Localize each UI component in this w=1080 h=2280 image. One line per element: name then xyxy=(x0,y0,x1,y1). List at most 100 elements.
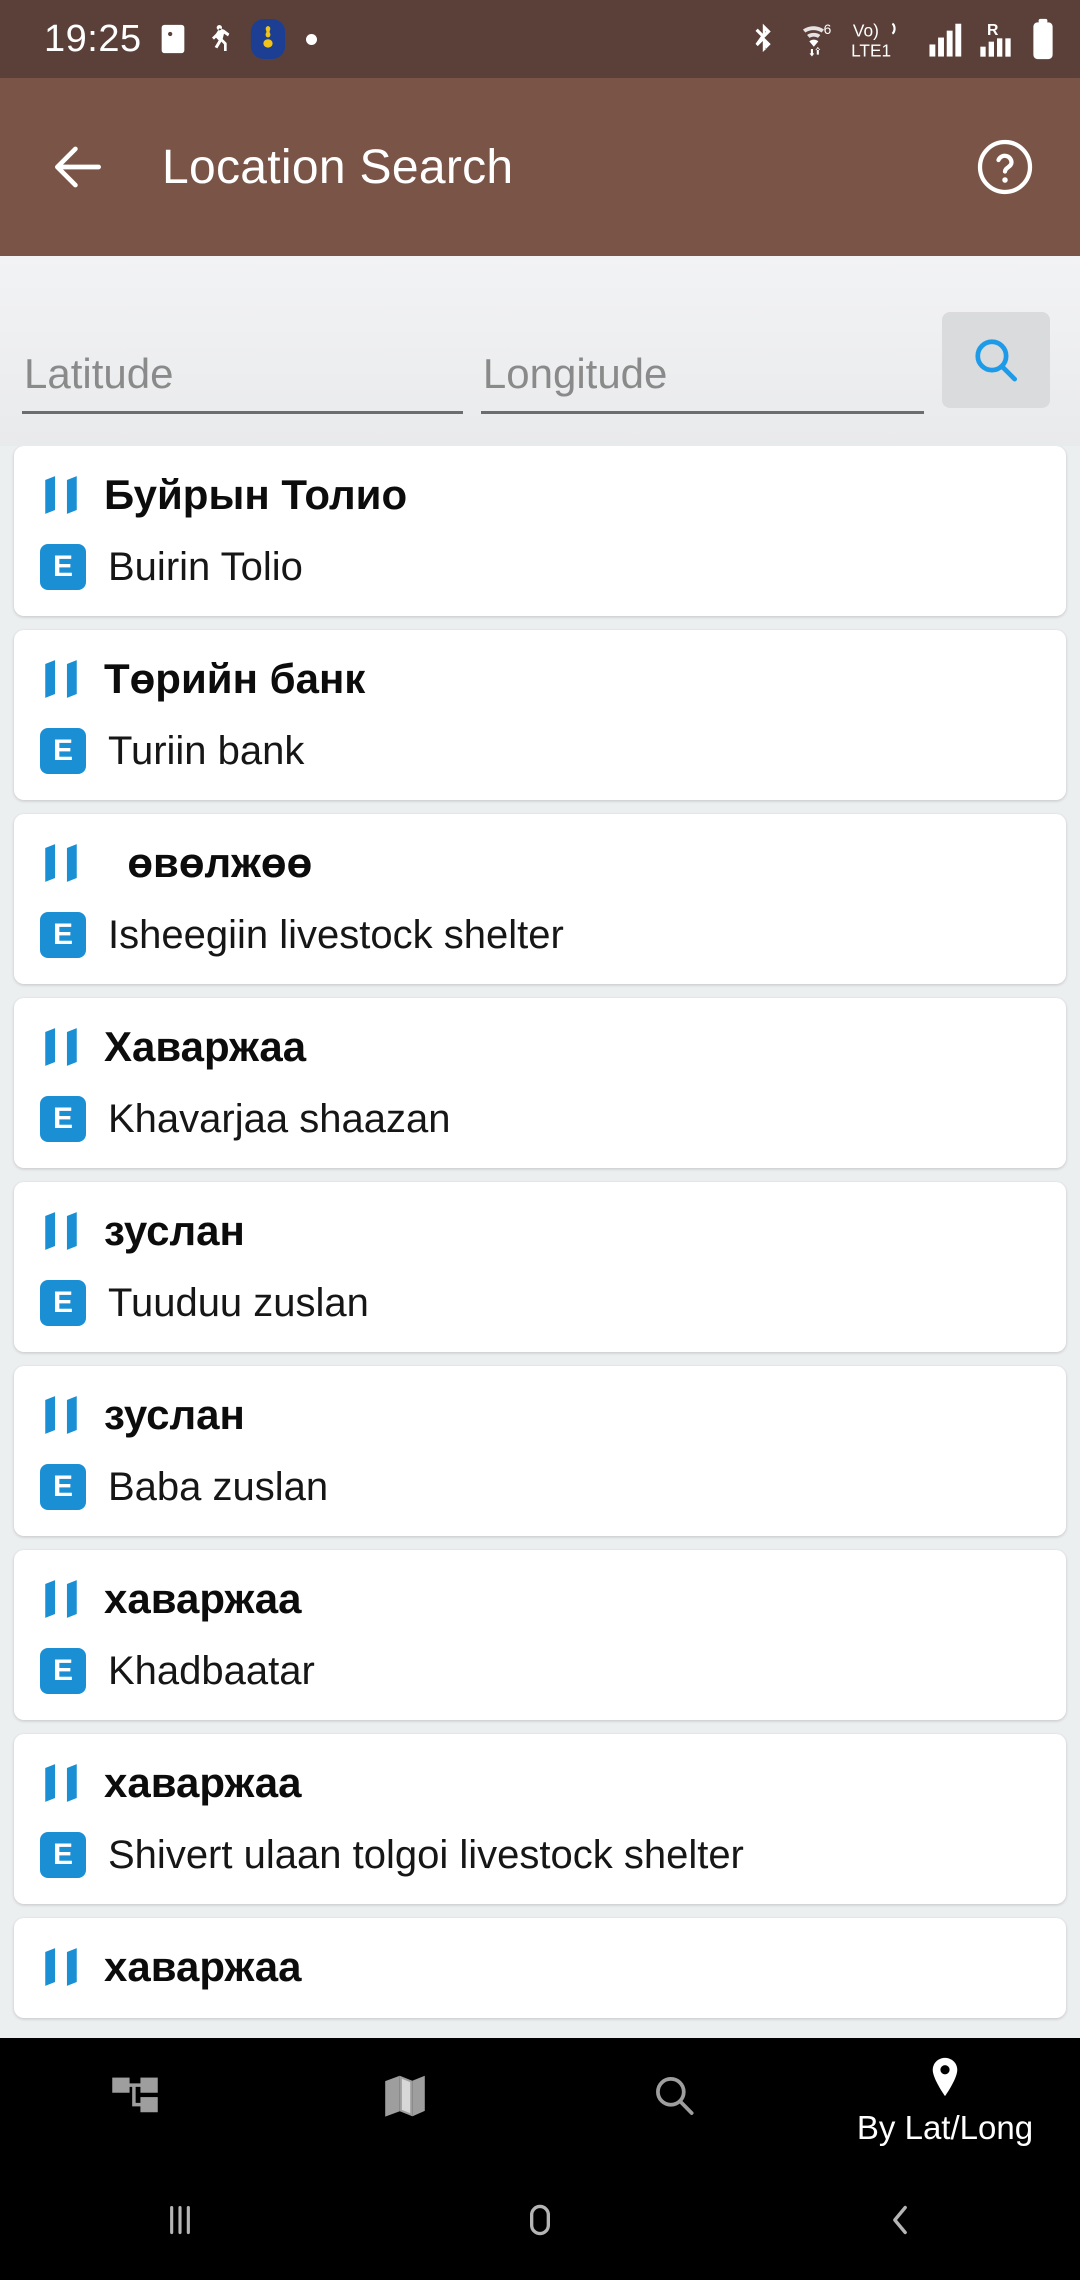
nav-item-by-latlong[interactable]: By Lat/Long xyxy=(810,2038,1080,2160)
result-card[interactable]: өвөлжөө E Isheegiin livestock shelter xyxy=(14,814,1066,984)
back-button[interactable] xyxy=(40,129,116,205)
result-latin-row: E Baba zuslan xyxy=(40,1464,1040,1510)
result-native-name: хаваржаа xyxy=(104,1758,302,1806)
map-icon xyxy=(40,1390,82,1440)
back-icon xyxy=(893,2205,907,2235)
longitude-underline xyxy=(480,411,924,414)
nav-label-by-latlong: By Lat/Long xyxy=(856,2109,1034,2146)
result-native-name: Төрийн банк xyxy=(104,654,366,702)
result-latin-row: E Tuuduu zuslan xyxy=(40,1280,1040,1326)
battery-icon xyxy=(1030,18,1056,60)
map-icon xyxy=(40,654,82,704)
map-icon xyxy=(385,2075,425,2117)
roaming-signal-icon: R xyxy=(977,20,1017,60)
back-button-system[interactable] xyxy=(720,2195,1080,2245)
result-native-name: хаваржаа xyxy=(104,1574,302,1622)
result-native-row: Буйрын Толио xyxy=(40,470,1040,520)
english-badge-icon: E xyxy=(40,912,86,958)
app-bar: Location Search xyxy=(0,78,1080,256)
nav-item-hierarchy[interactable] xyxy=(0,2038,270,2160)
english-badge-icon: E xyxy=(40,544,86,590)
system-navigation-bar xyxy=(0,2160,1080,2280)
mongolia-app-icon xyxy=(250,19,286,59)
result-native-name: Хаваржаа xyxy=(104,1022,307,1070)
result-native-row: хаваржаа xyxy=(40,1574,1040,1624)
result-native-row: зуслан xyxy=(40,1390,1040,1440)
result-latin-row: E Shivert ulaan tolgoi livestock shelter xyxy=(40,1832,1040,1878)
result-latin-row: E Isheegiin livestock shelter xyxy=(40,912,1040,958)
nav-item-search[interactable] xyxy=(540,2038,810,2160)
english-badge-icon: E xyxy=(40,1280,86,1326)
search-results-list[interactable]: Буйрын Толио E Buirin Tolio Төрийн банк E Tur… xyxy=(0,446,1080,2038)
result-latin-name: Buirin Tolio xyxy=(108,545,303,589)
nav-item-map[interactable] xyxy=(270,2038,540,2160)
svg-text:Vo): Vo) xyxy=(853,20,879,40)
image-icon xyxy=(156,22,190,56)
result-card[interactable]: Хаваржаа E Khavarjaa shaazan xyxy=(14,998,1066,1168)
english-badge-icon: E xyxy=(40,1464,86,1510)
search-icon xyxy=(656,2077,694,2115)
latitude-input[interactable] xyxy=(22,350,463,408)
result-latin-name: Khavarjaa shaazan xyxy=(108,1097,451,1141)
svg-text:6: 6 xyxy=(824,22,832,37)
result-native-row: Төрийн банк xyxy=(40,654,1040,704)
bluetooth-icon xyxy=(747,22,777,60)
result-native-name: зуслан xyxy=(104,1206,245,1254)
result-latin-name: Tuuduu zuslan xyxy=(108,1281,369,1325)
search-button[interactable] xyxy=(941,312,1050,408)
result-card[interactable]: Төрийн банк E Turiin bank xyxy=(14,630,1066,800)
map-icon xyxy=(40,1758,82,1808)
status-clock: 19:25 xyxy=(44,17,142,60)
result-latin-row: E Khadbaatar xyxy=(40,1648,1040,1694)
result-card[interactable]: зуслан E Baba zuslan xyxy=(14,1366,1066,1536)
latitude-underline xyxy=(22,411,463,414)
english-badge-icon: E xyxy=(40,728,86,774)
result-latin-name: Turiin bank xyxy=(108,729,305,773)
result-card[interactable]: хаваржаа xyxy=(14,1918,1066,2018)
result-native-name: зуслан xyxy=(104,1390,245,1438)
hierarchy-icon xyxy=(112,2077,158,2113)
result-card[interactable]: хаваржаа E Khadbaatar xyxy=(14,1550,1066,1720)
map-icon xyxy=(40,470,82,520)
result-native-row: хаваржаа xyxy=(40,1942,1040,1992)
result-native-name: хаваржаа xyxy=(104,1942,302,1990)
map-icon xyxy=(40,838,82,888)
help-circle-icon xyxy=(977,139,1033,195)
map-icon xyxy=(40,1574,82,1624)
english-badge-icon: E xyxy=(40,1096,86,1142)
page-title: Location Search xyxy=(162,140,514,194)
result-latin-name: Shivert ulaan tolgoi livestock shelter xyxy=(108,1833,744,1877)
recents-button[interactable] xyxy=(0,2195,360,2245)
wifi-6-icon: 6 xyxy=(790,22,838,60)
home-icon xyxy=(530,2204,550,2236)
result-card[interactable]: зуслан E Tuuduu zuslan xyxy=(14,1182,1066,1352)
result-latin-name: Khadbaatar xyxy=(108,1649,315,1693)
search-icon xyxy=(975,339,1017,382)
location-pin-icon xyxy=(932,2057,958,2097)
result-native-row: Хаваржаа xyxy=(40,1022,1040,1072)
status-bar-right: 6 Vo) LTE1 R xyxy=(747,18,1056,60)
back-arrow-icon xyxy=(55,146,101,188)
result-card[interactable]: Буйрын Толио E Buirin Tolio xyxy=(14,446,1066,616)
svg-text:R: R xyxy=(987,22,999,39)
result-card[interactable]: хаваржаа E Shivert ulaan tolgoi livestock … xyxy=(14,1734,1066,1904)
volte-lte1-icon: Vo) LTE1 xyxy=(851,20,913,60)
result-latin-name: Baba zuslan xyxy=(108,1465,329,1509)
phone-screen: 19:25 6 Vo) LTE1 R Location Search Latit… xyxy=(0,0,1080,2280)
latitude-field-wrapper xyxy=(22,350,463,422)
svg-text:LTE1: LTE1 xyxy=(851,40,891,60)
english-badge-icon: E xyxy=(40,1648,86,1694)
home-button[interactable] xyxy=(360,2195,720,2245)
bottom-navigation: By Lat/Long xyxy=(0,2038,1080,2160)
status-bar-left: 19:25 xyxy=(44,18,317,61)
result-native-name: Буйрын Толио xyxy=(104,470,408,518)
help-button[interactable] xyxy=(968,130,1042,204)
result-native-name: өвөлжөө xyxy=(104,838,313,886)
latlong-search-bar xyxy=(0,256,1080,446)
result-native-row: хаваржаа xyxy=(40,1758,1040,1808)
map-icon xyxy=(40,1942,82,1992)
longitude-field-wrapper xyxy=(480,350,924,422)
longitude-input[interactable] xyxy=(480,350,924,408)
result-native-row: өвөлжөө xyxy=(40,838,1040,888)
result-latin-row: E Khavarjaa shaazan xyxy=(40,1096,1040,1142)
